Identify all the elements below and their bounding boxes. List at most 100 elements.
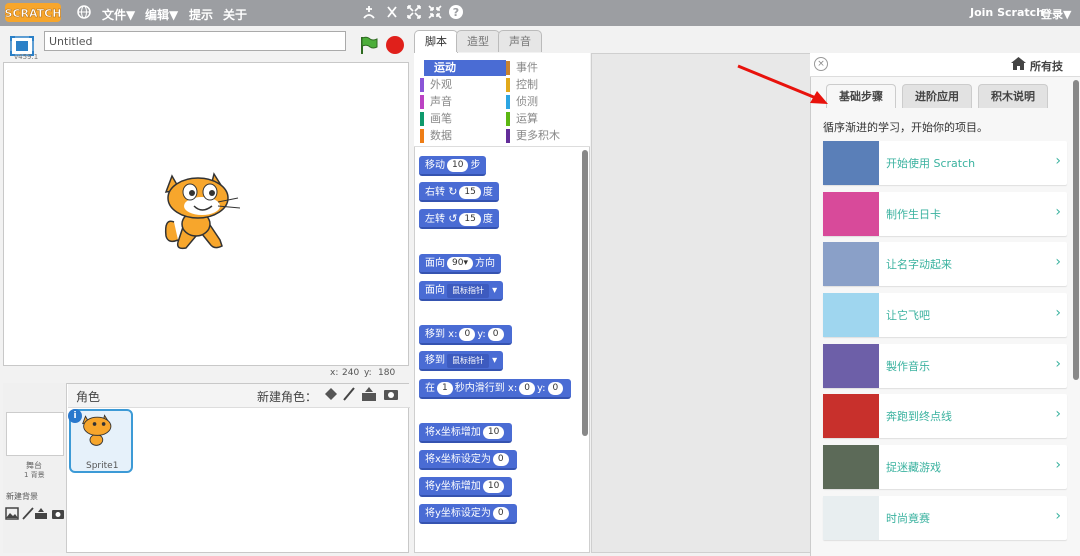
tip-thumb-image [823,394,879,438]
tip-card-animate-name[interactable]: 让名字动起来 › [823,242,1067,286]
stage-backdrop-count: 1 背景 [24,471,45,479]
block-move-steps[interactable]: 移动 10 步 [419,156,487,176]
menu-edit[interactable]: 编辑▼ [145,6,178,23]
grow-icon[interactable] [406,4,422,20]
chevron-right-icon: › [1055,153,1061,169]
shrink-icon[interactable] [427,4,443,20]
tip-thumb-image [823,293,879,337]
block-change-x[interactable]: 将x坐标增加 10 [419,423,513,443]
project-title-input[interactable] [44,31,346,51]
chevron-right-icon: › [1055,204,1061,220]
tip-card-race[interactable]: 奔跑到终点线 › [823,394,1067,438]
green-flag-icon[interactable] [358,35,378,55]
block-point-direction[interactable]: 面向 90▾ 方向 [419,254,501,274]
block-goto-xy[interactable]: 移到 x: 0 y: 0 [419,325,512,345]
tips-intro-text: 循序渐进的学习，开始你的项目。 [823,121,988,134]
sign-in-link[interactable]: 登录▼ [1041,6,1071,22]
join-scratch-link[interactable]: Join Scratch [970,6,1044,19]
tip-thumb-image [823,344,879,388]
block-point-towards[interactable]: 面向 鼠标指针 ▾ [419,281,504,301]
choose-backdrop-icon[interactable] [5,507,19,520]
paint-sprite-icon[interactable] [341,386,357,402]
category-data[interactable]: 数据 [420,128,500,144]
mouse-x-label: x: [330,368,339,378]
camera-sprite-icon[interactable] [383,386,399,402]
tip-thumb-image [823,141,879,185]
chevron-right-icon: › [1055,305,1061,321]
tips-tab-advanced[interactable]: 进阶应用 [902,84,972,108]
chevron-right-icon: › [1055,356,1061,372]
block-goto[interactable]: 移到 鼠标指针 ▾ [419,351,504,371]
tip-thumb-image [823,445,879,489]
category-more-blocks[interactable]: 更多积木 [506,128,586,144]
tip-card-birthday[interactable]: 制作生日卡 › [823,192,1067,236]
paint-backdrop-icon[interactable] [21,507,35,520]
chevron-right-icon: › [1055,508,1061,524]
help-icon[interactable]: ? [448,4,464,20]
block-turn-right[interactable]: 右转 ↻ 15 度 [419,182,499,202]
cat-sprite[interactable] [160,170,248,260]
tip-card-fly[interactable]: 让它飞吧 › [823,293,1067,337]
tips-scrollbar[interactable] [1073,80,1079,380]
tab-costumes[interactable]: 造型 [456,30,500,52]
sprite-name-label: Sprite1 [86,461,119,471]
all-tips-link[interactable]: 所有技 [1030,58,1063,74]
menu-file[interactable]: 文件▼ [102,6,135,23]
chevron-right-icon: › [1055,406,1061,422]
tip-card-fashion[interactable]: 时尚竟赛 › [823,496,1067,540]
tips-tab-blocks[interactable]: 积木说明 [978,84,1048,108]
tips-tab-basics[interactable]: 基础步骤 [826,84,896,108]
camera-backdrop-icon[interactable] [51,507,65,520]
chevron-right-icon: › [1055,457,1061,473]
block-turn-left[interactable]: 左转 ↺ 15 度 [419,209,499,229]
mouse-y-value: 180 [378,368,396,378]
tab-sounds[interactable]: 声音 [498,30,542,52]
annotation-arrow-icon [737,64,828,104]
category-pen[interactable]: 画笔 [420,111,500,127]
svg-text:SCRATCH: SCRATCH [5,7,61,20]
tab-scripts[interactable]: 脚本 [414,30,458,54]
category-looks[interactable]: 外观 [420,77,500,93]
upload-backdrop-icon[interactable] [34,507,48,520]
block-set-x[interactable]: 将x坐标设定为 0 [419,450,517,470]
home-icon[interactable] [1011,57,1026,70]
scripts-area[interactable] [591,53,811,553]
new-backdrop-label: 新建背景 [6,492,38,501]
palette-scrollbar[interactable] [582,150,588,436]
category-sensing[interactable]: 侦测 [506,94,586,110]
category-motion[interactable]: 运动 [424,60,506,76]
sprite-pane-header [68,384,410,408]
category-list: 运动 外观 声音 画笔 数据 事件 控制 侦测 运算 更多积木 [414,53,590,147]
menu-about[interactable]: 关于 [223,6,247,23]
tip-thumb-image [823,242,879,286]
cut-icon[interactable] [384,4,400,20]
upload-sprite-icon[interactable] [361,386,377,402]
version-label: v459.1 [14,53,39,61]
scratch-logo[interactable]: SCRATCH [5,3,61,22]
block-change-y[interactable]: 将y坐标增加 10 [419,477,513,497]
new-sprite-label: 新建角色： [257,390,318,404]
sprites-header: 角色 [76,390,101,404]
choose-sprite-icon[interactable] [323,386,339,402]
mouse-y-label: y: [364,368,372,378]
svg-text:?: ? [453,6,459,19]
category-control[interactable]: 控制 [506,77,586,93]
tip-thumb-image [823,496,879,540]
block-glide[interactable]: 在 1 秒内滑行到 x: 0 y: 0 [419,379,572,399]
tip-card-getting-started[interactable]: 开始使用 Scratch › [823,141,1067,185]
globe-icon[interactable] [76,4,92,20]
mouse-x-value: 240 [342,368,360,378]
tip-card-music[interactable]: 製作音乐 › [823,344,1067,388]
menu-tips[interactable]: 提示 [189,6,213,23]
category-events[interactable]: 事件 [506,60,586,76]
stop-button[interactable] [386,36,404,54]
sprite-info-icon[interactable]: i [68,409,82,423]
block-set-y[interactable]: 将y坐标设定为 0 [419,504,517,524]
category-sound[interactable]: 声音 [420,94,500,110]
duplicate-icon[interactable] [361,4,377,20]
stage-thumbnail[interactable] [6,412,64,456]
tip-card-hide-seek[interactable]: 捉迷藏游戏 › [823,445,1067,489]
menu-bar: SCRATCH 文件▼ 编辑▼ 提示 关于 ? Join Scratch 登录▼ [0,0,1080,26]
category-operators[interactable]: 运算 [506,111,586,127]
tip-thumb-image [823,192,879,236]
